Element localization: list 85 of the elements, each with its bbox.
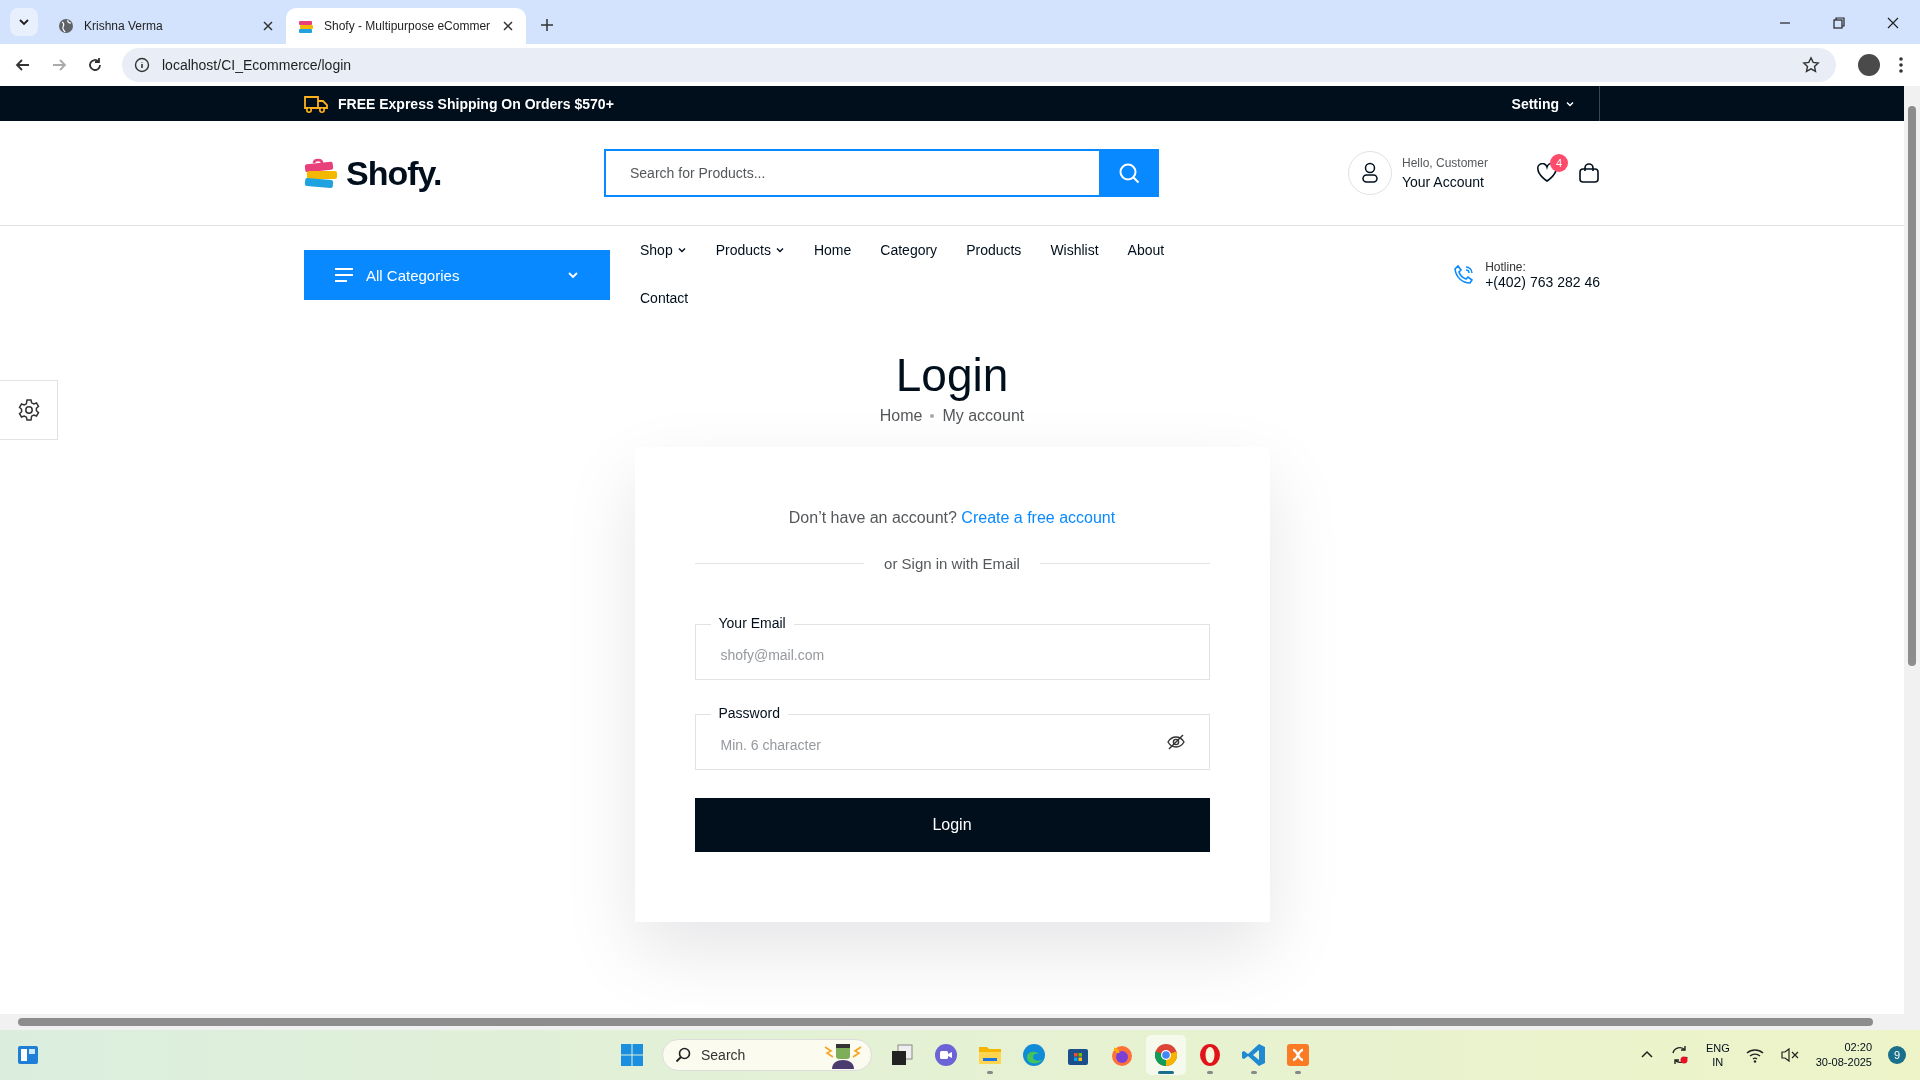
phone-icon	[1453, 264, 1476, 286]
server-app-icon	[1286, 1043, 1310, 1067]
hotline-label: Hotline:	[1485, 260, 1527, 274]
wifi-icon[interactable]	[1745, 1047, 1764, 1063]
settings-icon	[16, 398, 41, 422]
nav-link[interactable]: Shop	[640, 226, 687, 274]
sync-icon[interactable]	[1669, 1045, 1690, 1065]
windows-logo-icon	[620, 1043, 644, 1067]
menu-icon	[334, 267, 354, 283]
restore-icon[interactable]	[1832, 16, 1846, 30]
logo-icon	[304, 157, 340, 189]
reload-icon[interactable]	[86, 56, 104, 74]
search-icon	[675, 1047, 691, 1063]
scrollbar-thumb[interactable]	[1908, 106, 1916, 666]
tab-title: Shofy - Multipurpose eCommer	[324, 19, 492, 33]
browser-tab[interactable]: Krishna Verma	[46, 8, 286, 44]
chevron-down-icon	[676, 245, 687, 255]
running-indicator	[987, 1071, 993, 1074]
page-title: Login	[895, 350, 1009, 401]
clock-date[interactable]: 30-08-2025	[1815, 1055, 1872, 1070]
running-indicator	[1251, 1071, 1257, 1074]
speaker-muted-icon[interactable]	[1779, 1047, 1800, 1063]
chevron-down-icon	[774, 245, 785, 255]
code-editor-icon	[1242, 1043, 1266, 1067]
new-tab-icon[interactable]	[540, 18, 554, 32]
close-icon[interactable]	[262, 20, 274, 32]
close-icon[interactable]	[502, 20, 514, 32]
shopping-bag-icon[interactable]	[1578, 162, 1600, 184]
language-indicator[interactable]: ENG	[1705, 1041, 1730, 1055]
nav-link[interactable]: About	[1127, 226, 1165, 274]
wishlist-count: 4	[1550, 154, 1568, 172]
nav-link[interactable]: Category	[880, 226, 938, 274]
breadcrumb-separator	[930, 413, 935, 418]
nav-link[interactable]: Contact	[640, 274, 689, 322]
account-link[interactable]: Your Account	[1401, 174, 1488, 190]
tab-title: Krishna Verma	[84, 19, 164, 33]
nav-link[interactable]: Home	[813, 226, 852, 274]
taskbar-search-field[interactable]: Search	[662, 1039, 872, 1071]
nav-link[interactable]: Wishlist	[1050, 226, 1099, 274]
running-indicator	[1295, 1071, 1301, 1074]
clock-time[interactable]: 02:20	[1844, 1040, 1872, 1055]
hotline-number: +(402) 763 282 46	[1485, 274, 1600, 290]
logo-text[interactable]: Shofy.	[346, 153, 442, 193]
close-icon[interactable]	[1886, 16, 1900, 30]
setting-dropdown[interactable]: Setting	[1511, 86, 1600, 121]
signup-prompt: Don’t have an account? Create a free account	[787, 508, 1117, 527]
running-indicator	[1158, 1071, 1174, 1074]
wave-browser-icon	[1022, 1043, 1046, 1067]
create-account-link[interactable]: Create a free account	[961, 508, 1116, 526]
running-indicator	[1207, 1071, 1213, 1074]
tab-list-button[interactable]	[10, 8, 38, 36]
search-icon	[1118, 162, 1140, 184]
user-icon	[1359, 162, 1380, 184]
browser-tab[interactable]: Shofy - Multipurpose eCommer	[286, 8, 526, 44]
round-browser-icon	[1154, 1043, 1178, 1067]
search-field[interactable]: Search for Products...	[604, 149, 1099, 197]
breadcrumb-item[interactable]: Home	[879, 406, 923, 425]
shipping-notice: FREE Express Shipping On Orders $570+	[338, 95, 614, 112]
settings-side-tab[interactable]	[0, 380, 58, 440]
greeting-text: Hello, Customer	[1401, 156, 1488, 170]
nav-link[interactable]: Products	[966, 226, 1022, 274]
more-options-icon[interactable]	[1898, 56, 1904, 74]
widgets-icon[interactable]	[16, 1043, 40, 1067]
language-indicator[interactable]: IN	[1712, 1055, 1724, 1069]
cartoon-figure-icon	[823, 1041, 863, 1069]
profile-avatar[interactable]	[1858, 54, 1880, 76]
truck-icon	[304, 93, 328, 114]
login-button[interactable]: Login	[694, 797, 1210, 852]
star-icon[interactable]	[1802, 56, 1820, 74]
video-chat-icon	[934, 1043, 958, 1067]
logo-icon	[298, 18, 314, 34]
divider-text: or Sign in with Email	[884, 554, 1020, 572]
url-text: localhost/CI_Ecommerce/login	[162, 57, 352, 73]
globe-icon	[58, 18, 74, 34]
nav-link[interactable]: Products	[715, 226, 785, 274]
ring-browser-icon	[1198, 1043, 1222, 1067]
breadcrumb-item: My account	[942, 406, 1025, 425]
scrollbar-thumb[interactable]	[18, 1018, 1873, 1026]
notification-count[interactable]: 9	[1888, 1046, 1906, 1064]
search-button[interactable]	[1099, 149, 1159, 197]
fox-browser-icon	[1110, 1043, 1134, 1067]
heart-icon[interactable]	[1536, 163, 1558, 183]
task-view-icon	[890, 1043, 914, 1067]
info-icon	[134, 57, 150, 73]
address-bar[interactable]: localhost/CI_Ecommerce/login	[122, 48, 1836, 82]
